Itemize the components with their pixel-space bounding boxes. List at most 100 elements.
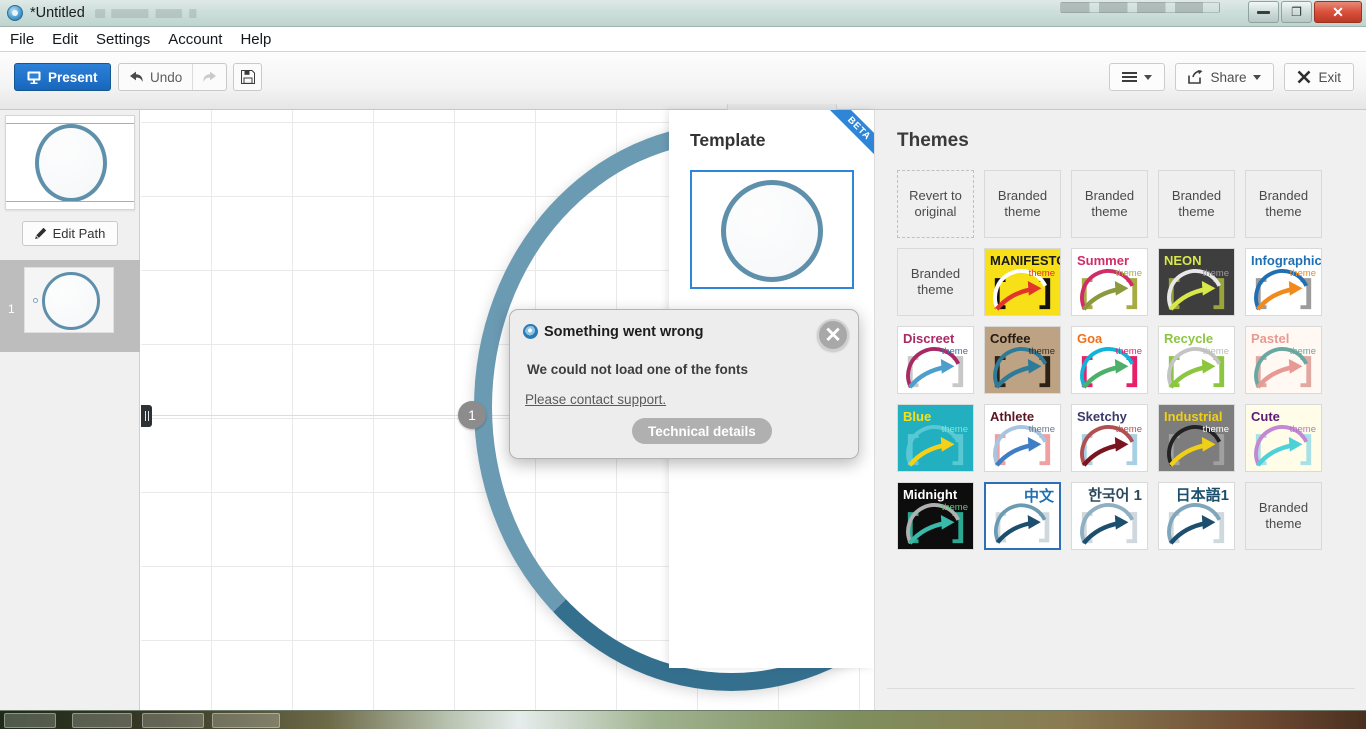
themes-divider <box>887 688 1355 689</box>
redo-arrow-icon <box>203 71 217 82</box>
theme-tile-16[interactable]: Athlete theme <box>984 404 1061 472</box>
menu-file[interactable]: File <box>10 31 34 48</box>
theme-tile-name: Recycle <box>1164 331 1214 346</box>
theme-tile-22[interactable]: 한국어 1 <box>1071 482 1148 550</box>
theme-tile-0[interactable]: Revert to original <box>897 170 974 238</box>
theme-tile-21[interactable]: 中文 <box>984 482 1061 550</box>
theme-tile-label: Branded theme <box>1258 499 1309 531</box>
template-preview-circle-shape <box>721 180 823 282</box>
overview-thumbnail[interactable] <box>4 115 135 210</box>
theme-tile-subname: theme <box>941 346 968 357</box>
theme-tile-label: Branded theme <box>1258 187 1309 219</box>
floppy-disk-icon <box>240 70 255 84</box>
theme-tile-12[interactable]: Goa theme <box>1071 326 1148 394</box>
theme-tile-14[interactable]: Pastel theme <box>1245 326 1322 394</box>
theme-tile-19[interactable]: Cute theme <box>1245 404 1322 472</box>
theme-tile-name: Midnight <box>903 487 958 502</box>
taskbar-item-1[interactable] <box>4 713 56 728</box>
sidebar-collapse-handle[interactable] <box>141 405 152 427</box>
toolbar-right-buttons: Share Exit <box>1109 63 1354 91</box>
theme-tile-13[interactable]: Recycle theme <box>1158 326 1235 394</box>
technical-details-button[interactable]: Technical details <box>632 418 772 444</box>
close-icon: ✕ <box>1332 3 1344 20</box>
undo-redo-group: Undo <box>118 63 228 91</box>
theme-tile-subname: theme <box>1028 268 1055 279</box>
theme-tile-name: MANIFESTO <box>990 253 1061 268</box>
theme-tile-label: Branded theme <box>1171 187 1222 219</box>
present-button[interactable]: Present <box>14 63 111 91</box>
theme-tile-6[interactable]: MANIFESTO theme <box>984 248 1061 316</box>
theme-tile-name: Discreet <box>903 331 955 346</box>
redo-button[interactable] <box>192 64 226 90</box>
theme-tile-9[interactable]: Infographic theme <box>1245 248 1322 316</box>
theme-tile-3[interactable]: Branded theme <box>1158 170 1235 238</box>
path-step-number: 1 <box>8 302 15 316</box>
minimize-button[interactable] <box>1248 1 1279 23</box>
theme-tile-name: Industrial <box>1164 409 1223 424</box>
taskbar-item-3[interactable] <box>142 713 204 728</box>
theme-tile-name: Summer <box>1077 253 1130 268</box>
theme-tile-4[interactable]: Branded theme <box>1245 170 1322 238</box>
theme-tile-name: 日本語1 <box>1175 487 1229 504</box>
undo-button[interactable]: Undo <box>119 64 192 90</box>
theme-tile-15[interactable]: Blue theme <box>897 404 974 472</box>
theme-tile-subname: theme <box>1028 424 1055 435</box>
share-chevron-down-icon <box>1253 74 1262 80</box>
themes-grid: Revert to original Branded theme Branded them… <box>897 170 1339 550</box>
x-icon <box>1298 70 1311 84</box>
theme-tile-1[interactable]: Branded theme <box>984 170 1061 238</box>
share-arrow-icon <box>1188 70 1203 84</box>
more-menu-button[interactable] <box>1109 63 1166 91</box>
taskbar-item-2[interactable] <box>72 713 132 728</box>
menu-help[interactable]: Help <box>240 31 271 48</box>
contact-support-link[interactable]: Please contact support. <box>525 392 666 407</box>
titlebar-blurred-widget <box>1060 2 1220 13</box>
theme-tile-name: Infographic <box>1251 253 1322 268</box>
save-button[interactable] <box>233 63 262 91</box>
theme-tile-18[interactable]: Industrial theme <box>1158 404 1235 472</box>
theme-tile-10[interactable]: Discreet theme <box>897 326 974 394</box>
menu-settings[interactable]: Settings <box>96 31 150 48</box>
theme-tile-name: Blue <box>903 409 932 424</box>
restore-button[interactable]: ❐ <box>1281 1 1312 23</box>
theme-tile-8[interactable]: NEON theme <box>1158 248 1235 316</box>
close-x-icon: ✕ <box>824 323 842 347</box>
path-step-thumbnail[interactable] <box>24 267 114 333</box>
theme-tile-24[interactable]: Branded theme <box>1245 482 1322 550</box>
theme-tile-17[interactable]: Sketchy theme <box>1071 404 1148 472</box>
taskbar-item-4[interactable] <box>212 713 280 728</box>
theme-tile-subname: theme <box>941 424 968 435</box>
theme-tile-subname: theme <box>1289 268 1316 279</box>
theme-tile-23[interactable]: 日本語1 <box>1158 482 1235 550</box>
theme-tile-name: Goa <box>1077 331 1103 346</box>
menu-edit[interactable]: Edit <box>52 31 78 48</box>
edit-path-label: Edit Path <box>52 226 106 241</box>
theme-tile-name: Cute <box>1251 409 1280 424</box>
exit-label: Exit <box>1318 69 1341 85</box>
minimize-icon <box>1257 10 1270 14</box>
dialog-close-button[interactable]: ✕ <box>817 319 849 351</box>
window-title: *Untitled <box>30 5 85 21</box>
template-preview[interactable] <box>690 170 854 289</box>
frame-path-marker-1[interactable]: 1 <box>458 401 486 429</box>
menu-account[interactable]: Account <box>168 31 222 48</box>
close-button[interactable]: ✕ <box>1314 1 1362 23</box>
theme-tile-subname: theme <box>1202 346 1229 357</box>
exit-button[interactable]: Exit <box>1284 63 1354 91</box>
theme-tile-subname: theme <box>1115 424 1142 435</box>
share-button[interactable]: Share <box>1175 63 1275 91</box>
theme-tile-11[interactable]: Coffee theme <box>984 326 1061 394</box>
theme-tile-name: Pastel <box>1251 331 1290 346</box>
theme-tile-20[interactable]: Midnight theme <box>897 482 974 550</box>
theme-tile-5[interactable]: Branded theme <box>897 248 974 316</box>
theme-tile-7[interactable]: Summer theme <box>1071 248 1148 316</box>
theme-tile-subname: theme <box>1289 346 1316 357</box>
main-toolbar: Present Undo Share Exit <box>0 52 1366 162</box>
prezi-editor-window: *Untitled ❐ ✕ File Edit Settings Account… <box>0 0 1366 729</box>
overview-circle-shape <box>34 124 107 202</box>
theme-tile-2[interactable]: Branded theme <box>1071 170 1148 238</box>
edit-path-button[interactable]: Edit Path <box>21 221 118 246</box>
theme-tile-name: NEON <box>1164 253 1202 268</box>
share-label: Share <box>1210 69 1247 85</box>
dialog-title: Something went wrong <box>544 324 704 340</box>
